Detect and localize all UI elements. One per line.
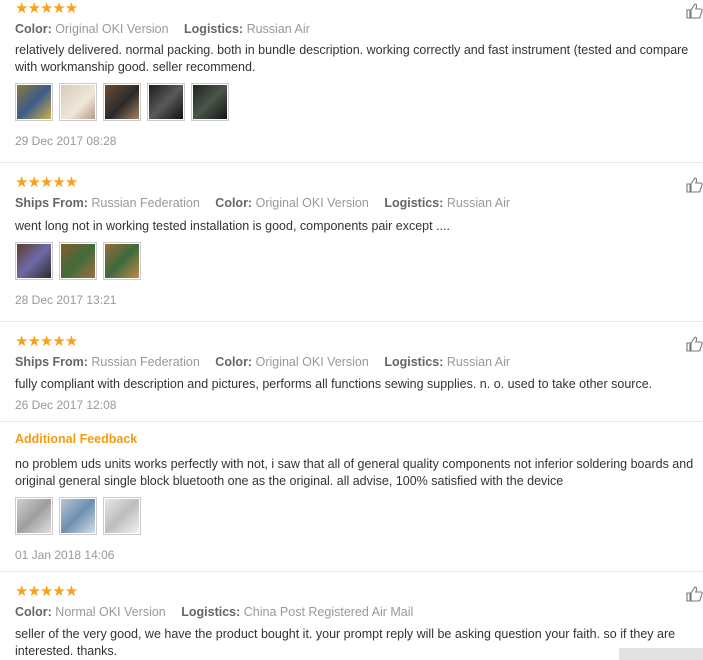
meta-label: Ships From: [15,196,88,210]
thumbs-up-icon[interactable] [686,335,703,352]
review-meta: Color: Normal OKI Version Logistics: Chi… [15,604,425,620]
rating-stars: ★★★★★ [15,174,78,191]
meta-label: Logistics: [384,355,444,369]
meta-value: Russian Air [446,355,511,369]
rating-stars: ★★★★★ [15,583,78,600]
review-photo-thumbnail[interactable] [103,83,141,121]
meta-value: Original OKI Version [255,196,369,210]
review-meta: Ships From: Russian Federation Color: Or… [15,354,522,370]
meta-value: Russian Federation [91,196,200,210]
rating-stars: ★★★★★ [15,0,78,17]
review-photos [15,242,141,280]
review-text: relatively delivered. normal packing. bo… [15,43,689,74]
review-photo-thumbnail[interactable] [103,242,141,280]
review-photo-thumbnail[interactable] [15,83,53,121]
meta-value: Russian Air [446,196,511,210]
review-photo-thumbnail[interactable] [59,83,97,121]
review-date: 28 Dec 2017 13:21 [15,293,117,307]
review-photo-thumbnail[interactable] [147,83,185,121]
meta-value: China Post Registered Air Mail [243,605,414,619]
meta-label: Color: [15,605,52,619]
review-photos [15,497,141,535]
meta-label: Color: [215,196,253,210]
additional-feedback-date: 01 Jan 2018 14:06 [15,548,115,562]
divider [0,421,703,422]
review-text: fully compliant with description and pic… [15,377,653,391]
review-text: seller of the very good, we have the pro… [15,627,676,658]
review-date: 26 Dec 2017 12:08 [15,398,117,412]
review-text: went long not in working tested installa… [15,219,450,233]
divider [0,321,703,322]
meta-value: Russian Air [246,22,310,36]
divider [0,571,703,572]
meta-label: Logistics: [384,196,444,210]
review-photo-thumbnail[interactable] [15,497,53,535]
meta-value: Russian Federation [91,355,200,369]
review-date: 29 Dec 2017 08:28 [15,134,117,148]
horizontal-scrollbar[interactable] [619,648,703,660]
thumbs-up-icon[interactable] [686,176,703,193]
meta-label: Logistics: [184,22,244,36]
meta-value: Normal OKI Version [55,605,166,619]
review-photo-thumbnail[interactable] [191,83,229,121]
review-photo-thumbnail[interactable] [103,497,141,535]
review-photos [15,83,229,121]
review-photo-thumbnail[interactable] [59,497,97,535]
review-photo-thumbnail[interactable] [15,242,53,280]
thumbs-up-icon[interactable] [686,2,703,19]
thumbs-up-icon[interactable] [686,585,703,602]
meta-value: Original OKI Version [255,355,369,369]
additional-feedback-heading: Additional Feedback [15,432,138,446]
rating-stars: ★★★★★ [15,333,78,350]
meta-label: Color: [15,22,52,36]
divider [0,162,703,163]
review-meta: Color: Original OKI Version Logistics: R… [15,21,322,37]
meta-label: Color: [215,355,253,369]
review-photo-thumbnail[interactable] [59,242,97,280]
review-meta: Ships From: Russian Federation Color: Or… [15,195,522,211]
additional-feedback-text: no problem uds units works perfectly wit… [15,457,694,488]
meta-label: Ships From: [15,355,88,369]
meta-value: Original OKI Version [55,22,169,36]
meta-label: Logistics: [181,605,241,619]
